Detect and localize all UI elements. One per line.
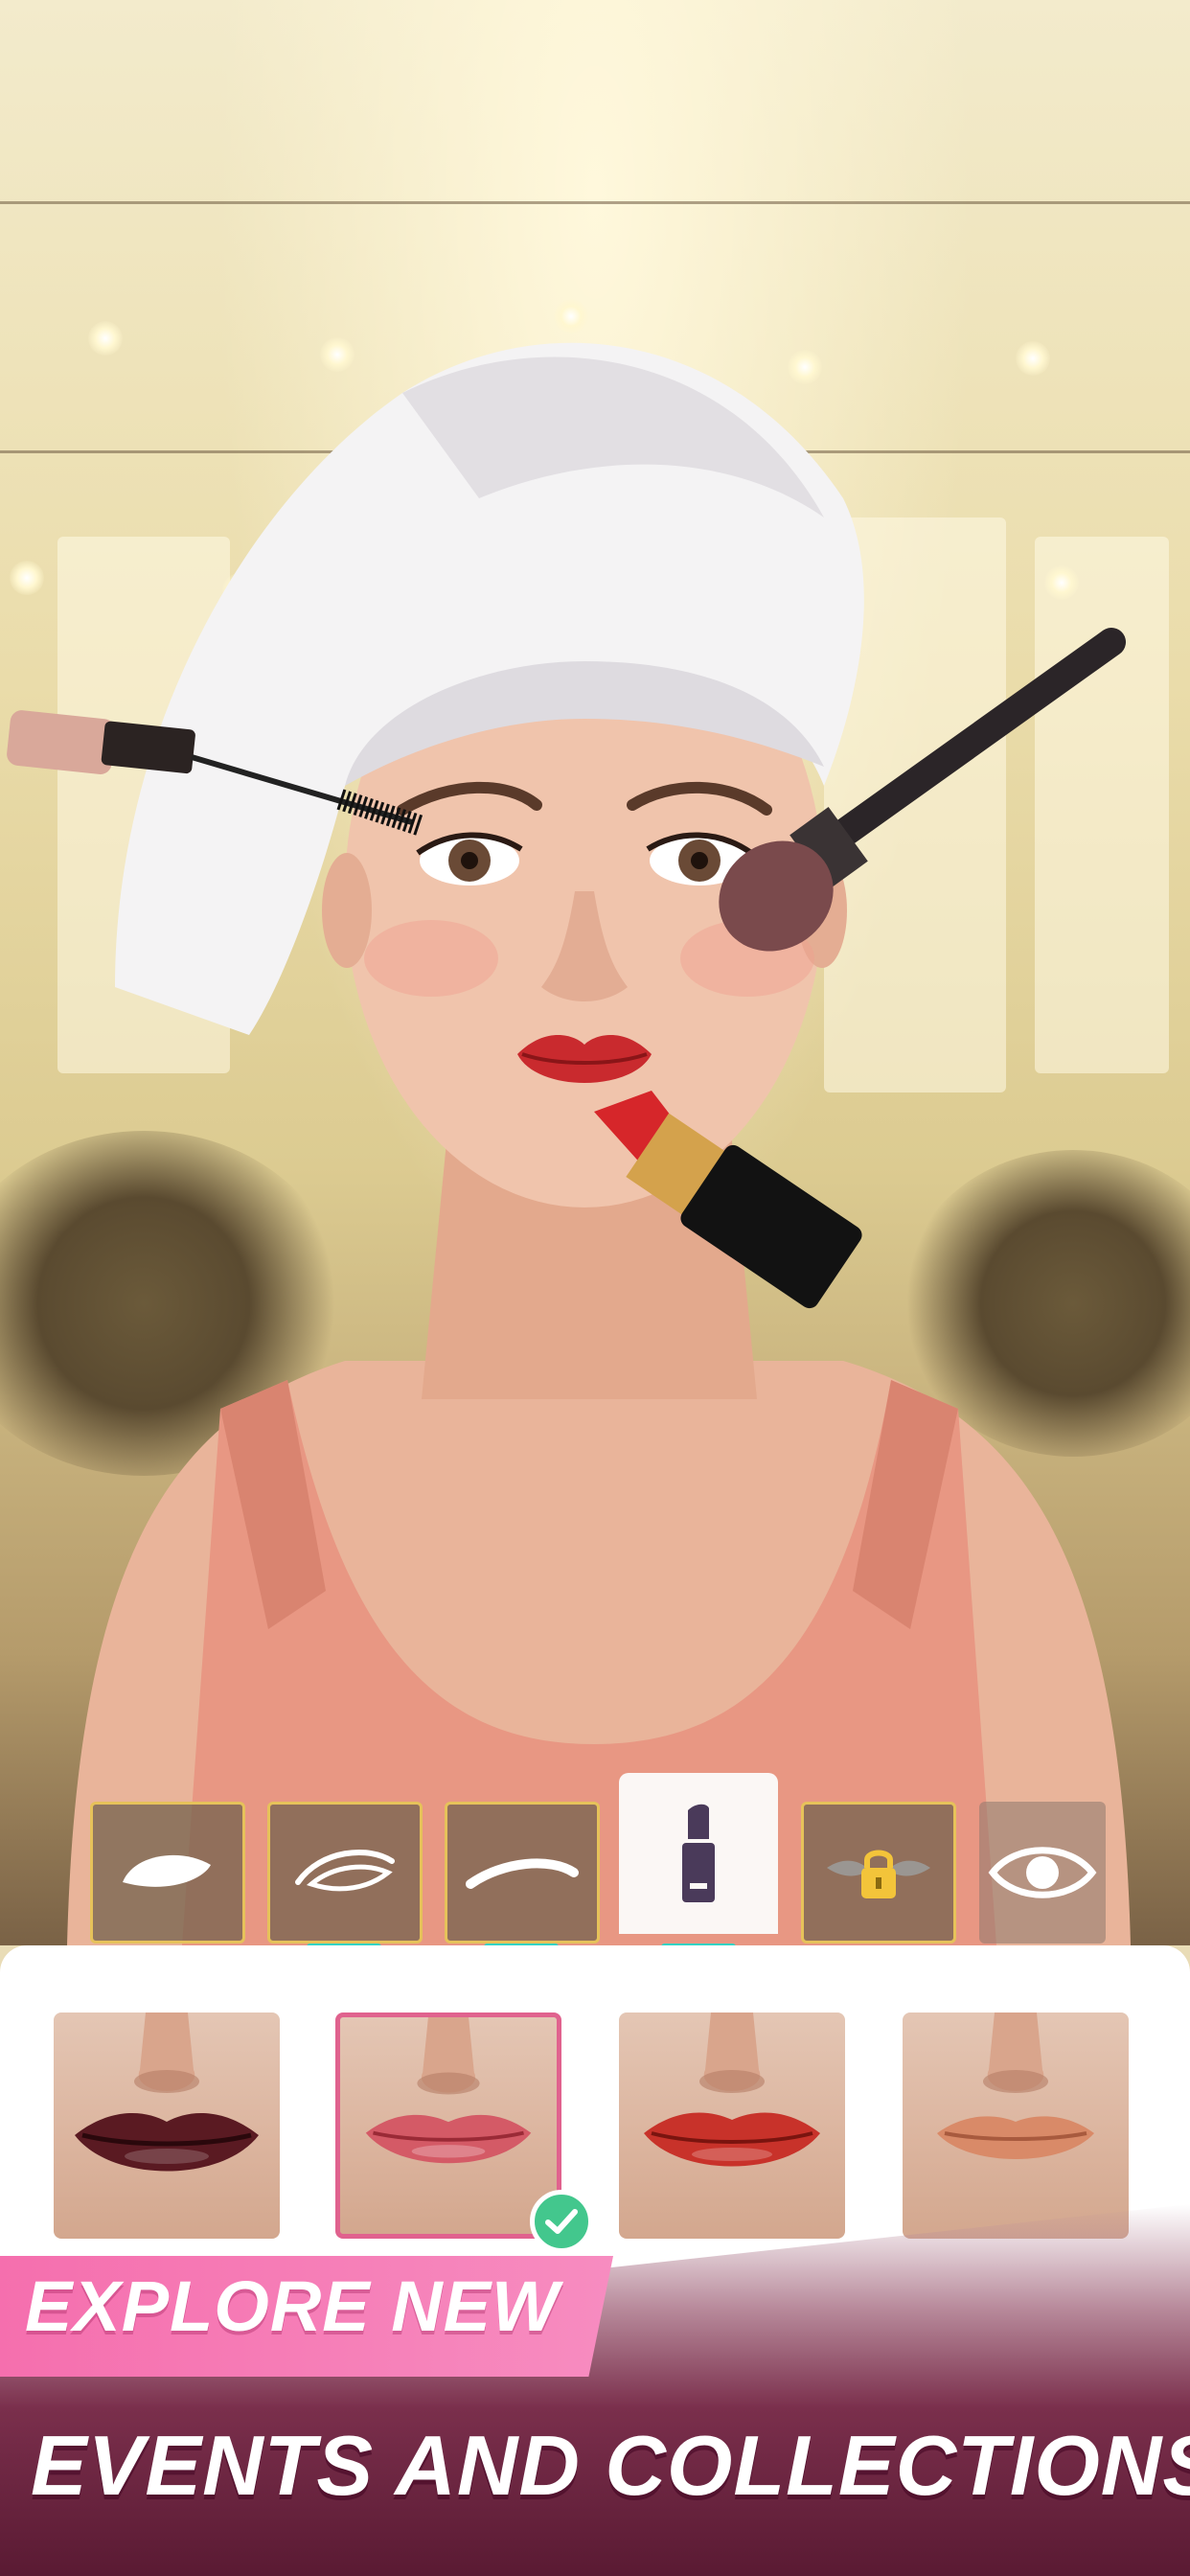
lip-option-dark-berry[interactable]	[54, 2012, 280, 2239]
lip-preview	[75, 2012, 259, 2172]
lip-option-nude-peach[interactable]	[903, 2012, 1129, 2239]
blush	[364, 920, 498, 997]
lip-preview	[937, 2012, 1094, 2159]
face-shape-icon	[123, 1854, 211, 1887]
tab-lipstick[interactable]	[619, 1773, 778, 1934]
lock-icon	[827, 1850, 930, 1898]
tab-locked-item[interactable]	[801, 1802, 956, 1944]
tab-eye-shape[interactable]	[267, 1802, 423, 1944]
character-avatar	[7, 342, 1131, 1945]
ear	[322, 853, 372, 968]
lip-option-classic-red[interactable]	[619, 2012, 845, 2239]
lip-preview	[365, 2017, 532, 2164]
tab-face-shape[interactable]	[90, 1802, 245, 1944]
selected-check-icon	[530, 2190, 593, 2253]
promo-line-2: EVENTS AND COLLECTIONS	[31, 2418, 1190, 2513]
tab-eyebrow[interactable]	[445, 1802, 600, 1944]
app-screen: EXPLORE NEW EVENTS AND COLLECTIONS	[0, 0, 1190, 2576]
eyebrow-icon	[466, 1858, 579, 1889]
tab-eye-makeup[interactable]	[979, 1802, 1106, 1944]
lip-option-rose-pink[interactable]	[335, 2012, 561, 2239]
eye-icon	[988, 1847, 1097, 1898]
lipstick-icon	[682, 1804, 715, 1902]
promo-line-1: EXPLORE NEW	[25, 2266, 560, 2346]
eye-shape-icon	[295, 1849, 395, 1892]
lip-preview	[644, 2012, 820, 2167]
